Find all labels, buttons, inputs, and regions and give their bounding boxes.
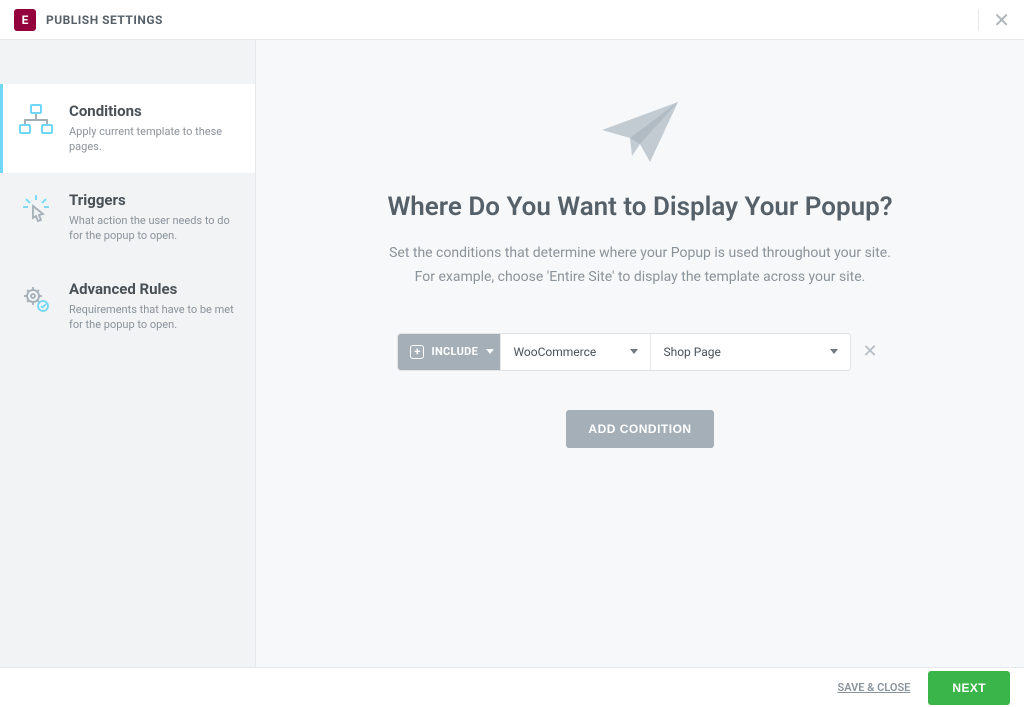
sidebar-item-label: Advanced Rules	[69, 280, 239, 298]
sidebar-item-desc: Apply current template to these pages.	[69, 124, 239, 155]
sidebar-item-desc: Requirements that have to be met for the…	[69, 302, 239, 333]
topbar-left: E PUBLISH SETTINGS	[14, 9, 163, 31]
condition-category-value: WooCommerce	[513, 345, 596, 359]
condition-page-value: Shop Page	[663, 345, 720, 359]
chevron-down-icon	[486, 349, 494, 354]
condition-page-select[interactable]: Shop Page	[650, 334, 850, 370]
sitemap-icon	[17, 102, 55, 155]
gears-icon	[17, 280, 55, 333]
condition-mode-label: INCLUDE	[431, 345, 478, 358]
sidebar-item-conditions[interactable]: Conditions Apply current template to the…	[0, 84, 255, 173]
chevron-down-icon	[830, 349, 838, 354]
sidebar: Conditions Apply current template to the…	[0, 40, 255, 667]
footer: SAVE & CLOSE NEXT	[0, 667, 1024, 707]
topbar: E PUBLISH SETTINGS ✕	[0, 0, 1024, 40]
main-panel: Where Do You Want to Display Your Popup?…	[255, 40, 1024, 667]
paper-plane-icon	[600, 100, 680, 170]
condition-row: + INCLUDE WooCommerce Shop Page ✕	[398, 334, 881, 370]
close-icon[interactable]: ✕	[978, 9, 1010, 31]
chevron-down-icon	[630, 349, 638, 354]
sidebar-item-advanced-rules[interactable]: Advanced Rules Requirements that have to…	[0, 262, 255, 351]
sidebar-item-label: Triggers	[69, 191, 239, 209]
next-button[interactable]: NEXT	[928, 671, 1010, 705]
page-headline: Where Do You Want to Display Your Popup?	[387, 192, 892, 222]
click-icon	[17, 191, 55, 244]
sidebar-item-triggers[interactable]: Triggers What action the user needs to d…	[0, 173, 255, 262]
plus-icon: +	[410, 345, 424, 359]
sidebar-item-label: Conditions	[69, 102, 239, 120]
condition-bar: + INCLUDE WooCommerce Shop Page	[398, 334, 850, 370]
topbar-title: PUBLISH SETTINGS	[46, 13, 163, 27]
page-subline: Set the conditions that determine where …	[389, 242, 891, 290]
app-logo: E	[14, 9, 36, 31]
add-condition-button[interactable]: ADD CONDITION	[566, 410, 713, 448]
condition-mode-dropdown[interactable]: + INCLUDE	[398, 334, 500, 370]
sidebar-item-desc: What action the user needs to do for the…	[69, 213, 239, 244]
body: Conditions Apply current template to the…	[0, 40, 1024, 667]
condition-category-select[interactable]: WooCommerce	[500, 334, 650, 370]
save-and-close-link[interactable]: SAVE & CLOSE	[838, 681, 911, 694]
remove-condition-icon[interactable]: ✕	[858, 337, 881, 366]
